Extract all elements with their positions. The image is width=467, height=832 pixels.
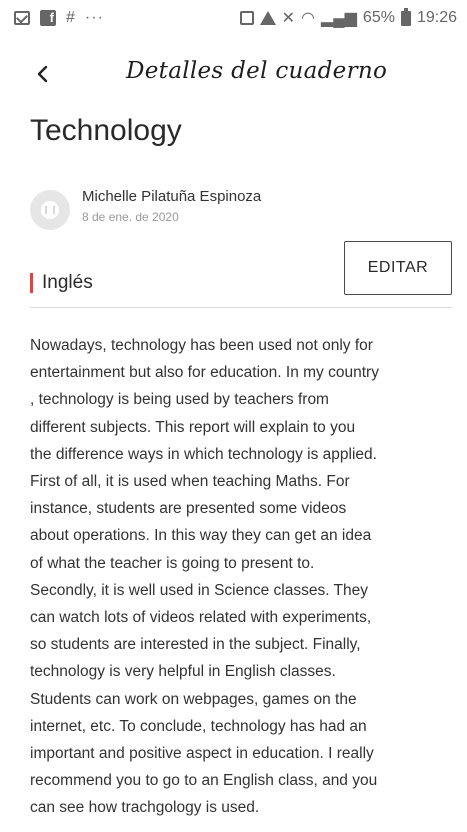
body-line: can watch lots of videos related with ex… [30, 609, 372, 627]
back-button[interactable] [30, 62, 54, 86]
more-notifications-icon: ··· [84, 9, 104, 26]
clock: 19:26 [416, 9, 457, 26]
body-line: technology is very helpful in English cl… [30, 663, 336, 681]
user-placeholder-icon [41, 201, 59, 219]
facebook-notification-icon: f [40, 10, 56, 26]
body-line: can see how trachgology is used. [30, 799, 260, 817]
divider [30, 307, 452, 308]
body-line: , technology is being used by teachers f… [30, 391, 329, 409]
body-line: about operations. In this way they can g… [30, 527, 372, 545]
body-line: of what the teacher is going to present … [30, 554, 315, 572]
author-block: Michelle Pilatuña Espinoza 8 de ene. de … [30, 184, 450, 240]
hashtag-notification-icon: # [66, 9, 75, 26]
notebook-title: Technology [30, 114, 182, 147]
subject-label: Inglés [42, 272, 93, 293]
body-line: internet, etc. To conclude, technology h… [30, 717, 367, 735]
edit-button[interactable]: EDITAR [344, 241, 452, 295]
wifi-icon: ◠ [301, 10, 315, 27]
battery-percent: 65% [362, 9, 395, 26]
body-line: instance, students are presented some vi… [30, 500, 347, 518]
body-line: entertainment but also for education. In… [30, 364, 379, 382]
body-line: the difference ways in which technology … [30, 445, 377, 463]
body-line: important and positive aspect in educati… [30, 745, 374, 763]
avatar[interactable] [30, 190, 70, 230]
mute-icon: ✕ [281, 10, 295, 27]
battery-icon [400, 7, 411, 26]
body-line: Students can work on webpages, games on … [30, 690, 357, 708]
alert-icon [259, 11, 276, 25]
author-name: Michelle Pilatuña Espinoza [82, 188, 262, 205]
notebook-body: Nowadays, technology has been used not o… [30, 332, 442, 822]
screenshot-icon [239, 11, 254, 25]
status-right: ✕ ◠ ▂▄▆ 65% 19:26 [239, 7, 457, 28]
body-line: recommend you to go to an English class,… [30, 772, 378, 790]
subject-accent-bar [30, 273, 33, 293]
publish-date: 8 de ene. de 2020 [82, 210, 179, 224]
body-line: First of all, it is used when teaching M… [30, 473, 350, 491]
body-line: different subjects. This report will exp… [30, 418, 356, 436]
body-line: so students are interested in the subjec… [30, 636, 361, 654]
page-title: Detalles del cuaderno [126, 58, 388, 84]
app-header: Detalles del cuaderno [0, 50, 467, 98]
body-line: Nowadays, technology has been used not o… [30, 337, 373, 354]
back-arrow-icon [37, 65, 48, 83]
subject-row: Inglés EDITAR [30, 240, 452, 306]
body-line: Secondly, it is well used in Science cla… [30, 581, 369, 599]
signal-icon: ▂▄▆ [320, 10, 357, 27]
status-bar: f # ··· ✕ ◠ ▂▄▆ 65% 19:26 [0, 0, 467, 36]
mail-notification-icon [14, 11, 30, 25]
status-left: f # ··· [14, 10, 104, 26]
